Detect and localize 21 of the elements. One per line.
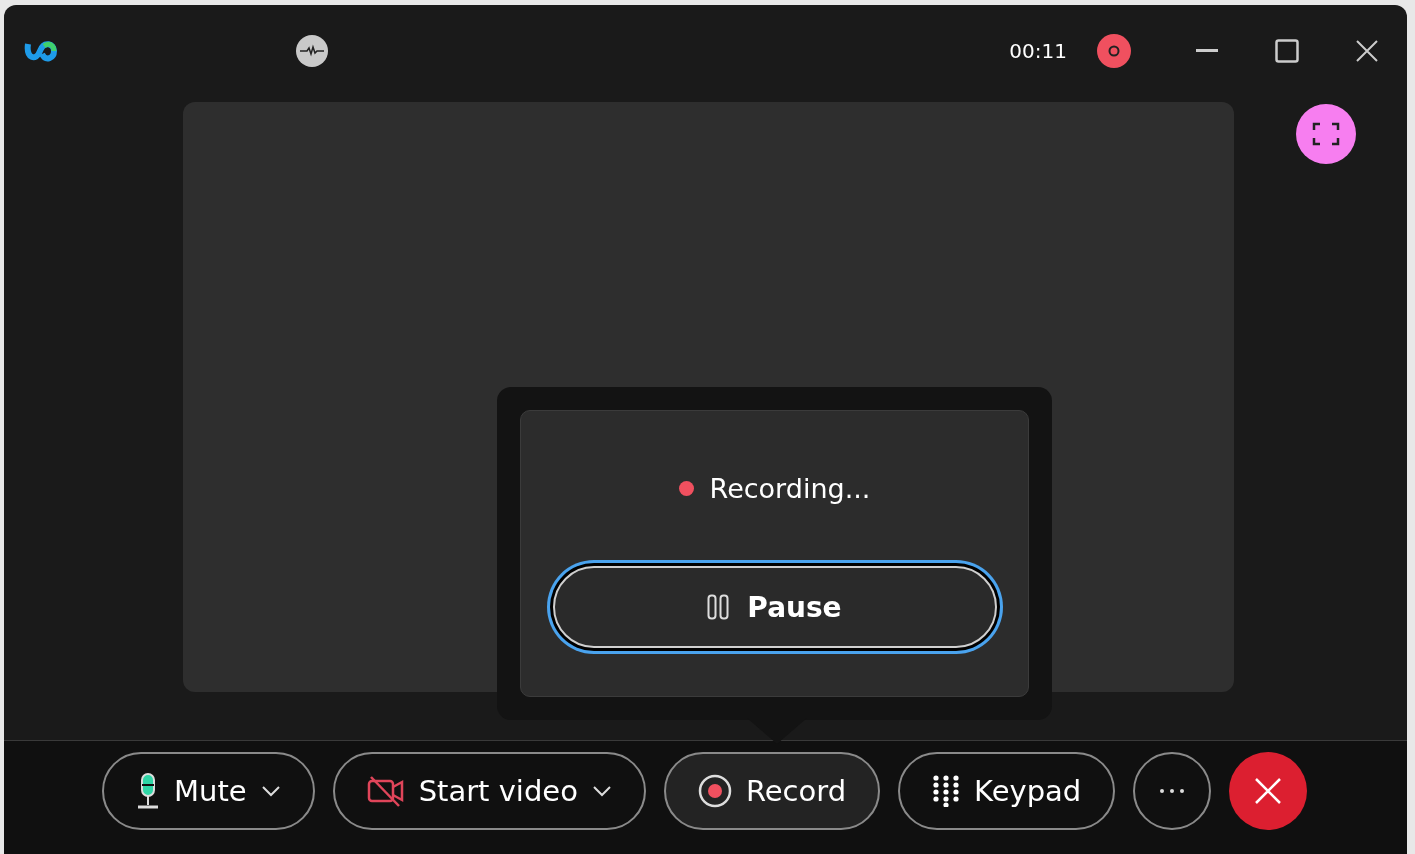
microphone-icon	[136, 772, 160, 811]
record-button[interactable]: Record	[663, 752, 881, 831]
mic-button[interactable]: Mute	[102, 752, 315, 831]
close-icon	[1356, 39, 1378, 62]
video-button[interactable]: Start video	[332, 752, 646, 831]
keypad-button[interactable]: Keypad	[898, 752, 1116, 831]
minimize-icon	[1196, 48, 1218, 53]
video-off-icon	[366, 775, 405, 808]
keypad-icon	[932, 775, 961, 808]
meeting-timer: 00:11	[1009, 38, 1067, 63]
pause-icon	[707, 594, 730, 620]
recording-status: Recording...	[709, 473, 871, 504]
caret-icon	[591, 785, 612, 798]
maximize-icon	[1275, 38, 1299, 63]
caret-icon	[260, 785, 281, 798]
recording-dot	[678, 481, 694, 496]
close-icon	[1254, 777, 1283, 806]
waveform-icon[interactable]	[296, 34, 328, 67]
more-icon	[1159, 788, 1186, 795]
record-icon	[697, 774, 732, 809]
fullscreen-icon	[1311, 120, 1340, 147]
